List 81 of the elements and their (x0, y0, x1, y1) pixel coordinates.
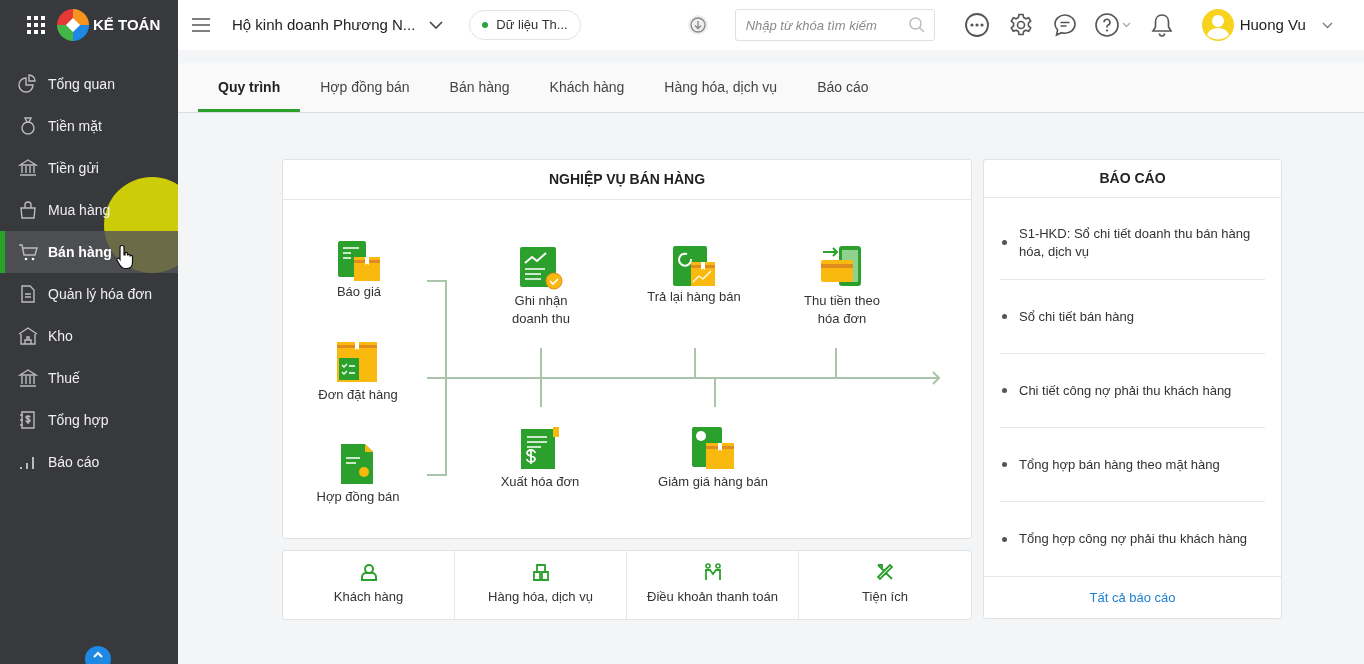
search-field[interactable]: Nhập từ khóa tìm kiếm (734, 9, 935, 41)
bullet-icon (1002, 388, 1007, 394)
all-reports-link[interactable]: Tất cả báo cáo (1089, 587, 1176, 608)
shopping-bag-icon (18, 200, 38, 220)
tab[interactable]: Bán hàng (429, 63, 530, 112)
handshake-people-icon (703, 563, 722, 582)
avatar-icon (1201, 9, 1234, 41)
bullet-icon (1002, 314, 1007, 320)
sidebar-item[interactable]: Kho (0, 315, 178, 357)
chart-icon (18, 74, 38, 94)
sidebar-item[interactable]: Bán hàng (0, 231, 178, 273)
shortcut-tile[interactable]: Điều khoản thanh toán (627, 551, 799, 619)
settings-icon[interactable] (1008, 13, 1033, 37)
tab[interactable]: Quy trình (198, 63, 301, 112)
process-step[interactable]: Ghi nhận doanh thu (501, 245, 581, 328)
bullet-icon (1002, 462, 1007, 468)
sidebar-item[interactable]: Tiền mặt (0, 105, 178, 147)
connector-line (540, 348, 542, 407)
chevron-down-icon (429, 21, 444, 29)
document-icon (18, 284, 38, 304)
shortcut-tile[interactable]: Khách hàng (283, 551, 455, 619)
company-selector[interactable]: Hộ kinh doanh Phương N... (232, 13, 444, 37)
card-title: NGHIỆP VỤ BÁN HÀNG (548, 169, 706, 189)
menu-icon[interactable] (192, 18, 210, 32)
report-link[interactable]: S1-HKD: Sổ chi tiết doanh thu bán hàng hóa, dịch vụ (1019, 224, 1265, 261)
search-icon (908, 17, 925, 33)
download-icon[interactable] (687, 15, 708, 35)
money-bag-icon (18, 116, 38, 136)
tools-icon (876, 563, 894, 582)
sidebar-item[interactable]: Quản lý hóa đơn (0, 273, 178, 315)
report-link[interactable]: Tổng hợp bán hàng theo mặt hàng (1019, 455, 1220, 474)
chevron-up-icon (93, 651, 103, 658)
person-icon (359, 563, 378, 582)
report-link[interactable]: Sổ chi tiết bán hàng (1019, 307, 1134, 326)
tab[interactable]: Khách hàng (529, 63, 645, 112)
process-step[interactable]: Xuất hóa đơn (485, 425, 595, 491)
government-building-icon (18, 368, 38, 388)
process-step[interactable]: Trả lại hàng bán (634, 244, 754, 306)
bullet-icon (1002, 536, 1007, 542)
ledger-icon (18, 410, 38, 430)
bullet-icon (1002, 240, 1007, 246)
report-link[interactable]: Tổng hợp công nợ phải thu khách hàng (1019, 530, 1248, 549)
help-button[interactable] (1094, 13, 1131, 37)
caret-icon (1121, 22, 1131, 28)
bank-icon (18, 158, 38, 178)
cart-icon (18, 242, 38, 262)
apps-grid-icon[interactable] (27, 16, 45, 34)
pointer-cursor-icon (116, 244, 136, 270)
tab[interactable]: Báo cáo (797, 63, 889, 112)
user-menu[interactable]: Huong Vu (1201, 9, 1333, 41)
report-link[interactable]: Chi tiết công nợ phải thu khách hàng (1019, 381, 1232, 400)
shortcut-tile[interactable]: Tiện ích (799, 551, 971, 619)
connector-line (714, 378, 716, 407)
connector-line (835, 348, 837, 378)
sidebar-item[interactable]: Tổng hợp (0, 399, 178, 441)
discount-box-icon (690, 425, 736, 471)
process-step[interactable]: Thu tiền theo hóa đơn (797, 244, 887, 328)
sidebar-item[interactable]: Báo cáo (0, 441, 178, 483)
logo-icon (57, 9, 89, 41)
notification-bell-icon[interactable] (1150, 13, 1173, 37)
tab[interactable]: Hàng hóa, dịch vụ (644, 63, 798, 112)
logo-text: KẾ TOÁN (93, 14, 161, 35)
shortcut-tile[interactable]: Hàng hóa, dịch vụ (455, 551, 627, 619)
card-title: BÁO CÁO (1099, 169, 1166, 189)
chevron-down-icon (1321, 21, 1333, 29)
process-step[interactable]: Báo giá (309, 239, 409, 301)
tab[interactable]: Hợp đồng bán (300, 63, 430, 112)
revenue-chart-icon (518, 245, 564, 291)
boxes-icon (531, 563, 550, 582)
more-icon[interactable] (964, 13, 989, 37)
help-icon (1094, 13, 1119, 37)
warehouse-icon (18, 326, 38, 346)
process-step[interactable]: Đơn đặt hàng (303, 340, 413, 404)
chat-icon[interactable] (1052, 13, 1077, 37)
sidebar-item[interactable]: Tiền gửi (0, 147, 178, 189)
sidebar-item[interactable]: Tổng quan (0, 63, 178, 105)
sidebar-item[interactable]: Thuế (0, 357, 178, 399)
process-step[interactable]: Giảm giá hàng bán (648, 425, 778, 491)
process-step[interactable]: Hợp đồng bán (303, 442, 413, 506)
status-dot-icon (482, 22, 489, 28)
connector-line (694, 348, 696, 378)
